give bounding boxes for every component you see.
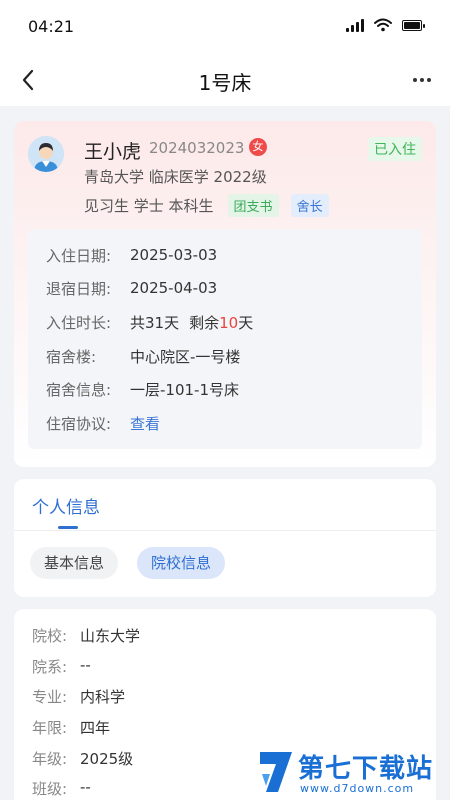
profile-card: 王小虎 2024032023 女 已入住 青岛大学 临床医学 2022级 见习生…: [14, 121, 436, 467]
detail-label: 院系:: [32, 658, 68, 676]
detail-row-years: 年限: 四年: [32, 717, 110, 738]
wifi-icon: [374, 18, 392, 32]
watermark: 第七下载站 www.d7down.com: [254, 746, 444, 798]
page-title: 1号床: [198, 71, 252, 95]
detail-value: --: [80, 656, 91, 674]
more-dots-icon: [413, 78, 417, 82]
checkin-value: 2025-03-03: [130, 246, 218, 264]
duration-remaining-days: 10: [219, 313, 239, 332]
detail-value: 山东大学: [80, 627, 141, 645]
detail-value: 四年: [80, 719, 111, 737]
status-icons: [346, 18, 425, 32]
info-tabs-card: 个人信息 基本信息 院校信息: [14, 479, 436, 597]
detail-label: 年限:: [32, 719, 68, 737]
agreement-row: 住宿协议: 查看: [46, 412, 160, 434]
agreement-view-link[interactable]: 查看: [130, 413, 160, 434]
building-value: 中心院区-一号楼: [130, 347, 241, 366]
checkout-row: 退宿日期: 2025-04-03: [46, 277, 217, 299]
detail-row-class: 班级: --: [32, 778, 91, 799]
checkout-value: 2025-04-03: [130, 279, 218, 297]
agreement-label: 住宿协议:: [46, 414, 112, 433]
tab-personal-info[interactable]: 个人信息: [32, 493, 100, 518]
duration-remaining-prefix: 剩余: [189, 313, 220, 332]
student-id: 2024032023: [149, 139, 245, 157]
student-name: 王小虎: [84, 141, 142, 163]
detail-label: 年级:: [32, 750, 68, 768]
chip-basic-info[interactable]: 基本信息: [30, 547, 119, 579]
detail-value: 内科学: [80, 688, 126, 706]
duration-label: 入住时长:: [46, 313, 112, 332]
league-secretary-tag: 团支书: [227, 194, 279, 217]
duration-total: 共31天: [130, 313, 180, 332]
detail-row-major: 专业: 内科学: [32, 686, 125, 707]
tab-active-indicator: [58, 526, 78, 529]
stay-info-box: 入住日期: 2025-03-03 退宿日期: 2025-04-03 入住时长: …: [28, 229, 422, 449]
room-value: 一层-101-1号床: [130, 380, 239, 399]
detail-value: --: [80, 778, 91, 796]
detail-row-grade: 年级: 2025级: [32, 748, 133, 769]
detail-value: 2025级: [80, 750, 134, 768]
watermark-url: www.d7down.com: [300, 782, 415, 795]
duration-remaining-suffix: 天: [238, 313, 254, 332]
role-line: 见习生 学士 本科生 团支书 舍长: [84, 194, 329, 217]
status-badge: 已入住: [368, 137, 422, 161]
detail-label: 院校:: [32, 627, 68, 645]
more-dot: [427, 78, 431, 82]
room-row: 宿舍信息: 一层-101-1号床: [46, 378, 239, 400]
watermark-logo-icon: [260, 752, 292, 792]
checkin-row: 入住日期: 2025-03-03: [46, 244, 217, 266]
duration-row: 入住时长: 共31天 剩余10天: [46, 311, 253, 333]
avatar-icon: [28, 136, 64, 172]
tab-divider: [14, 530, 436, 531]
avatar: [28, 136, 64, 172]
detail-label: 专业:: [32, 688, 68, 706]
building-label: 宿舍楼:: [46, 347, 97, 366]
signal-icon: [346, 18, 364, 32]
detail-row-department: 院系: --: [32, 656, 91, 677]
dorm-leader-tag: 舍长: [290, 194, 329, 217]
detail-row-school: 院校: 山东大学: [32, 625, 140, 646]
watermark-title: 第七下载站: [298, 754, 434, 784]
chip-school-info[interactable]: 院校信息: [137, 547, 226, 579]
school-major-grade: 青岛大学 临床医学 2022级: [84, 168, 267, 186]
status-time: 04:21: [28, 17, 75, 36]
building-row: 宿舍楼: 中心院区-一号楼: [46, 345, 240, 367]
status-bar: 04:21: [0, 0, 450, 54]
room-label: 宿舍信息:: [46, 380, 112, 399]
nav-bar: 1号床: [0, 54, 450, 106]
gender-badge: 女: [249, 138, 267, 156]
role-text: 见习生 学士 本科生: [84, 197, 214, 215]
checkin-label: 入住日期:: [46, 246, 112, 265]
detail-label: 班级:: [32, 780, 68, 798]
more-button[interactable]: [404, 62, 440, 98]
duration-value: 共31天 剩余10天: [130, 312, 253, 333]
checkout-label: 退宿日期:: [46, 279, 112, 298]
more-dot: [420, 78, 424, 82]
battery-icon: [402, 19, 425, 31]
